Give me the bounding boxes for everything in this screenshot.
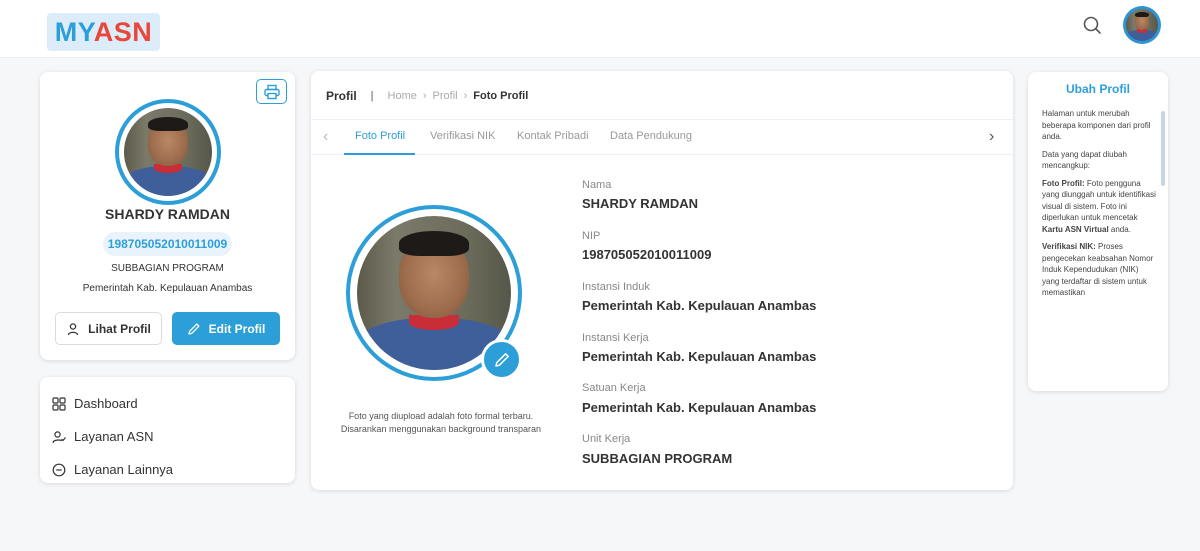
field-value-nip: 198705052010011009 [582,247,712,262]
scrollbar-thumb[interactable] [1161,111,1165,186]
nip-badge: 198705052010011009 [103,232,232,256]
profile-unit: SUBBAGIAN PROGRAM [111,263,224,274]
sidebar-item-layanan-asn[interactable]: Layanan ASN [40,420,295,453]
help-paragraph-4: Verifikasi NIK: Proses pengecekan keabsa… [1042,241,1156,299]
help-bold-foto-profil: Foto Profil: [1042,178,1085,188]
help-paragraph-2: Data yang dapat diubah mencangkup: [1042,149,1127,171]
tabs-scroll-right-icon[interactable]: › [989,128,994,146]
avatar-photo [1126,9,1158,41]
field-label-instansi-kerja: Instansi Kerja [582,332,649,344]
profile-instansi: Pemerintah Kab. Kepulauan Anambas [82,283,253,294]
photo-note-line1: Foto yang diupload adalah foto formal te… [348,411,534,421]
user-icon [68,322,79,335]
sidebar-item-label: Layanan Lainnya [74,462,174,477]
print-icon[interactable] [256,79,287,104]
sidebar-menu: Dashboard Layanan ASN Layanan Lainnya [40,377,295,483]
field-label-satuan-kerja: Satuan Kerja [582,382,646,394]
profile-name: SHARDY RAMDAN [105,206,230,222]
breadcrumb-divider: | [370,90,374,102]
edit-profile-label: Edit Profil [208,321,266,336]
help-paragraph-1: Halaman untuk merubah beberapa komponen … [1042,109,1151,141]
field-label-instansi-induk: Instansi Induk [582,281,650,293]
tab-verifikasi-nik[interactable]: Verifikasi NIK [430,130,495,142]
breadcrumb-home[interactable]: Home [388,90,417,102]
main-content-card: Profil | Home › Profil › Foto Profil ‹ F… [311,71,1013,490]
help-bold-verifikasi-nik: Verifikasi NIK: [1042,242,1096,251]
tab-kontak-pribadi[interactable]: Kontak Pribadi [517,130,589,142]
field-value-instansi-induk: Pemerintah Kab. Kepulauan Anambas [582,298,817,313]
help-title: Ubah Profil [1065,82,1130,96]
help-bold-kartu-asn: Kartu ASN Virtual [1042,224,1109,234]
field-value-unit-kerja: SUBBAGIAN PROGRAM [582,451,733,466]
sidebar-item-label: Dashboard [74,396,138,411]
chevron-right-icon: › [422,90,427,102]
field-value-instansi-kerja: Pemerintah Kab. Kepulauan Anambas [582,349,817,364]
chevron-right-icon: › [463,90,468,102]
breadcrumb-profil[interactable]: Profil [433,90,458,102]
tab-foto-profil[interactable]: Foto Profil [355,130,405,142]
view-profile-button[interactable]: Lihat Profil [55,312,162,345]
dashboard-icon [52,396,66,411]
sidebar-item-label: Layanan ASN [74,429,154,444]
sidebar-item-dashboard[interactable]: Dashboard [40,387,295,420]
field-label-nama: Nama [582,179,612,191]
photo-note-line2: Disarankan menggunakan background transp… [340,424,542,434]
profile-card: SHARDY RAMDAN 198705052010011009 SUBBAGI… [40,72,295,360]
help-paragraph-3: Foto Profil: Foto pengguna yang diunggah… [1042,178,1156,236]
myasn-logo[interactable]: MYASN [47,13,160,51]
field-value-satuan-kerja: Pemerintah Kab. Kepulauan Anambas [582,400,817,415]
profile-photo [115,99,221,205]
breadcrumb: Profil | Home › Profil › Foto Profil [326,88,528,104]
more-circle-icon [52,463,66,476]
help-scrollbar[interactable] [1161,103,1165,373]
field-label-nip: NIP [582,230,601,242]
edit-photo-button[interactable] [481,339,522,380]
help-text-foto-profil-end: anda. [1108,224,1131,234]
help-panel: Ubah Profil Halaman untuk merubah bebera… [1028,72,1168,391]
view-profile-label: Lihat Profil [88,321,151,336]
logo-my-text: MY [54,17,94,47]
sidebar-item-layanan-lainnya[interactable]: Layanan Lainnya [40,453,295,486]
field-value-nama: SHARDY RAMDAN [582,196,699,211]
tab-bar: ‹ Foto Profil Verifikasi NIK Kontak Prib… [311,119,1013,155]
page-title: Profil [326,89,357,103]
user-check-icon [52,430,66,443]
profile-photo-large [346,205,522,381]
pencil-icon [494,352,509,367]
active-tab-indicator [344,153,415,155]
help-body[interactable]: Halaman untuk merubah beberapa komponen … [1042,108,1156,368]
tabs-scroll-left-icon[interactable]: ‹ [323,128,328,146]
breadcrumb-current: Foto Profil [473,90,529,102]
logo-asn-text: ASN [93,17,153,47]
tab-data-pendukung[interactable]: Data Pendukung [610,130,692,142]
photo-note: Foto yang diupload adalah foto formal te… [331,410,551,436]
field-label-unit-kerja: Unit Kerja [582,433,631,445]
edit-profile-button[interactable]: Edit Profil [172,312,280,345]
pencil-icon [188,322,200,335]
search-icon[interactable] [1082,13,1104,39]
top-bar: MYASN [0,0,1200,58]
user-avatar[interactable] [1123,6,1161,44]
